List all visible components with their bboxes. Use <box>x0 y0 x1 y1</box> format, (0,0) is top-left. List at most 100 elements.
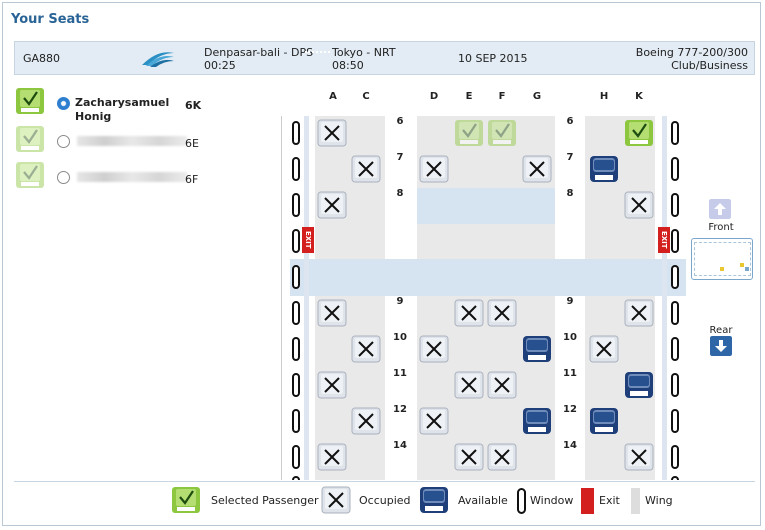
passenger-item[interactable]: 6E <box>15 125 225 155</box>
minimap-marker <box>720 267 724 271</box>
minimap-marker <box>740 263 744 267</box>
column-label: D <box>429 91 439 102</box>
window-icon <box>671 121 679 145</box>
row-label: 6 <box>396 116 404 127</box>
airline-logo-icon <box>142 52 174 67</box>
seat-selected[interactable] <box>454 119 484 147</box>
panel-divider <box>281 116 282 480</box>
seat-occupied[interactable] <box>522 155 552 183</box>
seat-occupied[interactable] <box>351 155 381 183</box>
seat-occupied[interactable] <box>624 299 654 327</box>
row-label: 6 <box>566 116 574 127</box>
passenger-item[interactable]: 6F <box>15 161 225 191</box>
seat-map: EXIT EXIT 6 6 7 7 8 8 9 9 10 10 11 11 12 12 14 14 <box>290 116 686 480</box>
passenger-radio[interactable] <box>57 135 70 148</box>
seat-occupied[interactable] <box>351 335 381 363</box>
window-icon <box>292 121 300 145</box>
seat-occupied[interactable] <box>624 443 654 471</box>
window-icon <box>292 337 300 361</box>
legend-exit-icon <box>581 488 594 514</box>
passenger-item[interactable]: Zacharysamuel Honig 6K <box>15 87 225 123</box>
window-icon <box>292 301 300 325</box>
window-icon <box>671 193 679 217</box>
window-icon <box>292 373 300 397</box>
seat-occupied[interactable] <box>624 191 654 219</box>
column-label: C <box>362 91 370 102</box>
seat-selected[interactable] <box>624 119 654 147</box>
seat-available[interactable] <box>522 407 552 435</box>
seat-available[interactable] <box>522 335 552 363</box>
seat-available[interactable] <box>589 155 619 183</box>
scroll-front-button[interactable] <box>709 199 731 219</box>
passenger-seat: 6K <box>185 99 202 112</box>
seat-occupied[interactable] <box>317 299 347 327</box>
flight-origin: Denpasar-bali - DPS <box>204 46 314 59</box>
cabin-minimap[interactable] <box>691 238 753 280</box>
seat-occupied[interactable] <box>317 191 347 219</box>
scroll-rear-button[interactable] <box>710 336 732 356</box>
exit-row-band <box>315 259 655 296</box>
passenger-seat-icon <box>15 87 45 119</box>
seat-available[interactable] <box>589 407 619 435</box>
window-icon <box>671 445 679 469</box>
flight-info-bar: GA880 Denpasar-bali - DPS 00:25 Tokyo - … <box>14 41 755 75</box>
seat-occupied[interactable] <box>419 155 449 183</box>
seat-occupied[interactable] <box>419 335 449 363</box>
seat-occupied[interactable] <box>454 299 484 327</box>
seat-occupied[interactable] <box>589 335 619 363</box>
minimap-marker <box>745 267 749 271</box>
bulkhead-band <box>417 188 555 224</box>
window-icon <box>292 476 300 480</box>
column-label: A <box>329 91 337 102</box>
fuselage-right <box>662 116 667 480</box>
row-label: 8 <box>396 188 404 199</box>
legend-window-label: Window <box>530 494 574 507</box>
passenger-name: Zacharysamuel Honig <box>75 96 170 123</box>
window-icon <box>671 476 679 480</box>
row-label: 9 <box>566 296 574 307</box>
window-icon <box>292 157 300 181</box>
seat-occupied[interactable] <box>419 407 449 435</box>
seat-occupied[interactable] <box>317 443 347 471</box>
passenger-seat-icon <box>15 125 45 157</box>
page-title: Your Seats <box>11 12 90 27</box>
window-icon <box>292 445 300 469</box>
seat-occupied[interactable] <box>487 443 517 471</box>
seat-occupied[interactable] <box>454 443 484 471</box>
legend-selected-icon <box>171 486 201 517</box>
window-icon <box>671 337 679 361</box>
seat-occupied[interactable] <box>487 371 517 399</box>
seat-occupied[interactable] <box>317 371 347 399</box>
exit-left: EXIT <box>302 227 314 253</box>
flight-number: GA880 <box>23 52 61 65</box>
front-label: Front <box>708 222 734 233</box>
window-icon <box>292 229 300 253</box>
row-label: 8 <box>566 188 574 199</box>
window-icon <box>292 265 300 289</box>
legend-available-icon <box>419 486 449 517</box>
passenger-radio[interactable] <box>57 97 70 110</box>
column-label: H <box>599 91 609 102</box>
fuselage-left <box>304 116 309 480</box>
legend-occupied-label: Occupied <box>359 494 411 507</box>
passenger-seat: 6E <box>185 137 199 150</box>
legend-exit-label: Exit <box>599 494 620 507</box>
window-icon <box>671 229 679 253</box>
seat-map-panel: Your Seats GA880 Denpasar-bali - DPS 00:… <box>2 2 761 526</box>
seat-selected[interactable] <box>487 119 517 147</box>
cabin-class: Club/Business <box>671 59 748 72</box>
seat-occupied[interactable] <box>487 299 517 327</box>
flight-date: 10 SEP 2015 <box>458 52 528 65</box>
column-label: E <box>465 91 473 102</box>
row-label: 14 <box>563 440 577 451</box>
passenger-radio[interactable] <box>57 171 70 184</box>
seat-available[interactable] <box>624 371 654 399</box>
row-label: 11 <box>393 368 407 379</box>
row-label: 11 <box>563 368 577 379</box>
legend-wing-icon <box>631 488 640 514</box>
seat-occupied[interactable] <box>454 371 484 399</box>
seat-occupied[interactable] <box>351 407 381 435</box>
aircraft-type: Boeing 777-200/300 <box>635 46 748 59</box>
row-label: 10 <box>563 332 577 343</box>
seat-occupied[interactable] <box>317 119 347 147</box>
